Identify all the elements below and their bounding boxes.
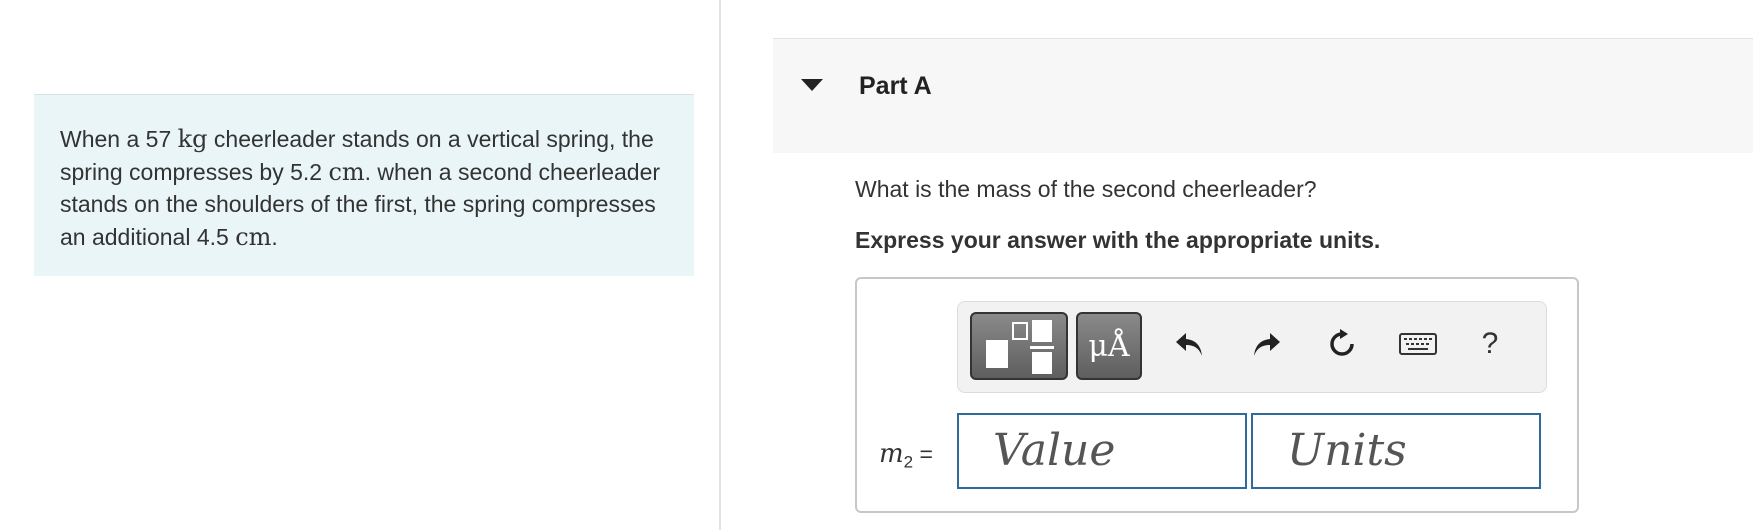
undo-icon[interactable] — [1168, 322, 1212, 366]
problem-pane: When a 57 kg cheerleader stands on a ver… — [0, 0, 720, 530]
equals-sign: = — [919, 441, 933, 467]
units-button[interactable]: μÅ — [1076, 312, 1142, 380]
variable-label: m2 = — [879, 439, 933, 473]
reset-icon[interactable] — [1320, 322, 1364, 366]
unit-cm: cm — [328, 157, 365, 186]
collapse-caret-icon[interactable] — [801, 79, 823, 91]
value-input[interactable]: Value — [957, 413, 1247, 489]
variable-subscript: 2 — [903, 452, 914, 472]
variable-symbol: m — [879, 439, 904, 469]
problem-text-1: When a 57 — [60, 126, 178, 152]
redo-icon[interactable] — [1244, 322, 1288, 366]
keyboard-icon[interactable] — [1396, 322, 1440, 366]
answer-box: μÅ ? m2 = Value Units — [855, 277, 1579, 513]
units-input[interactable]: Units — [1251, 413, 1541, 489]
part-title: Part A — [859, 72, 932, 100]
question-text: What is the mass of the second cheerlead… — [855, 176, 1317, 202]
instruction-text: Express your answer with the appropriate… — [855, 227, 1381, 253]
pane-divider — [719, 0, 721, 530]
templates-button[interactable] — [970, 312, 1068, 380]
math-toolbar: μÅ ? — [957, 301, 1547, 393]
problem-statement: When a 57 kg cheerleader stands on a ver… — [34, 94, 694, 276]
unit-cm: cm — [235, 222, 272, 251]
help-button[interactable]: ? — [1468, 322, 1512, 366]
problem-text-4: . — [271, 223, 278, 250]
unit-kg: kg — [177, 125, 208, 153]
part-header[interactable]: Part A — [773, 38, 1753, 153]
